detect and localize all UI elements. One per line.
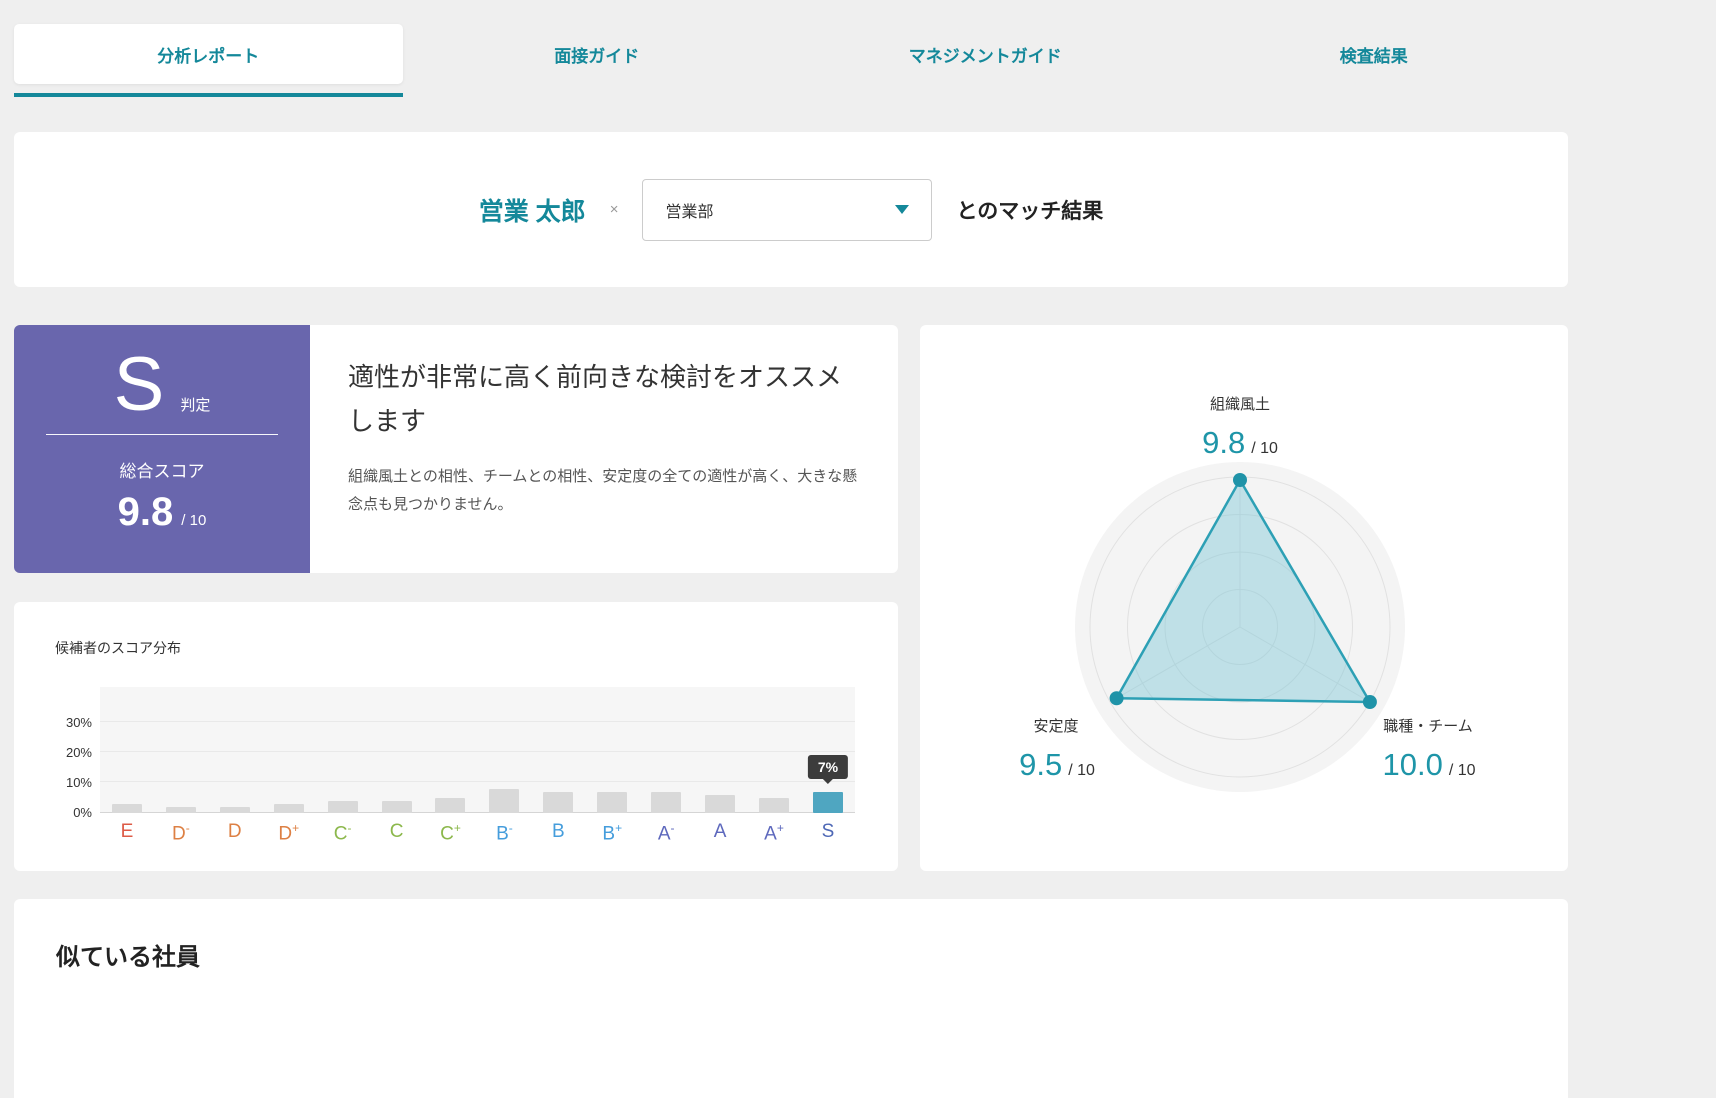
similar-employees-card: 似ている社員 — [14, 899, 1568, 1098]
bar-column-C-minus[interactable]: C- — [316, 687, 370, 813]
tab-label: マネジメントガイド — [909, 42, 1062, 67]
candidate-name: 営業 太郎 — [479, 192, 586, 228]
bar-column-S[interactable]: S7% — [801, 687, 855, 813]
radar-axis-label-team: 職種・チーム — [1383, 715, 1473, 736]
overall-score-label: 総合スコア — [120, 457, 205, 482]
times-symbol: × — [610, 201, 619, 218]
tab-label: 面接ガイド — [554, 42, 639, 67]
radar-axis-value-culture: 9.8 / 10 — [1202, 425, 1278, 461]
radar-axis-label-stability: 安定度 — [1033, 715, 1078, 736]
overall-score-denominator: / 10 — [181, 512, 206, 529]
radar-value-number: 10.0 — [1382, 747, 1442, 783]
bar-category-label: A — [714, 821, 727, 843]
tab-bar: 分析レポート 面接ガイド マネジメントガイド 検査結果 — [14, 24, 1568, 84]
match-header-card: 営業 太郎 × 営業部 とのマッチ結果 — [14, 132, 1568, 287]
bar-category-label: A- — [658, 821, 675, 845]
score-distribution-bars: ED-DD+C-CC+B-BB+A-AA+S7% — [100, 687, 855, 813]
y-axis-tick: 20% — [42, 745, 92, 760]
chevron-down-icon — [895, 205, 909, 214]
bar[interactable] — [166, 807, 196, 813]
bar[interactable] — [759, 798, 789, 813]
bar[interactable] — [382, 801, 412, 813]
radar-value-denominator: / 10 — [1251, 440, 1278, 458]
bar-column-D-plus[interactable]: D+ — [262, 687, 316, 813]
bar[interactable] — [274, 804, 304, 813]
overall-score-row: 9.8 / 10 — [118, 490, 207, 535]
divider — [46, 434, 278, 435]
tab-test-results[interactable]: 検査結果 — [1180, 24, 1569, 84]
bar-column-A-minus[interactable]: A- — [639, 687, 693, 813]
department-dropdown[interactable]: 営業部 — [642, 179, 932, 241]
tab-interview-guide[interactable]: 面接ガイド — [403, 24, 792, 84]
bar[interactable] — [328, 801, 358, 813]
y-axis-tick: 30% — [42, 715, 92, 730]
match-result-label: とのマッチ結果 — [956, 195, 1103, 225]
bar-category-label: D- — [172, 821, 190, 845]
recommendation-title: 適性が非常に高く前向きな検討をオススメします — [348, 355, 860, 443]
score-distribution-title: 候補者のスコア分布 — [55, 638, 181, 658]
bar-category-label: E — [121, 821, 134, 843]
bar-category-label: D — [228, 821, 242, 843]
tab-management-guide[interactable]: マネジメントガイド — [791, 24, 1180, 84]
bar-column-D-minus[interactable]: D- — [154, 687, 208, 813]
department-dropdown-value: 営業部 — [665, 198, 713, 222]
bar-column-B-minus[interactable]: B- — [477, 687, 531, 813]
bar[interactable] — [489, 789, 519, 813]
bar-tooltip: 7% — [808, 755, 848, 779]
bar-column-E[interactable]: E — [100, 687, 154, 813]
bar-category-label: C — [390, 821, 404, 843]
main-row: S 判定 総合スコア 9.8 / 10 適性が非常に高く前向きな検討をオススメし… — [14, 325, 1568, 871]
bar-column-C[interactable]: C — [370, 687, 424, 813]
active-tab-underline — [14, 93, 403, 97]
radar-axis-value-stability: 9.5 / 10 — [1019, 747, 1095, 783]
bar-column-D[interactable]: D — [208, 687, 262, 813]
match-radar-card: 組織風土 9.8 / 10 職種・チーム 10.0 / 10 安定度 9.5 /… — [920, 325, 1568, 871]
bar[interactable] — [435, 798, 465, 813]
recommendation-body: 組織風土との相性、チームとの相性、安定度の全ての適性が高く、大きな懸念点も見つか… — [348, 463, 860, 519]
radar-axis-value-team: 10.0 / 10 — [1382, 747, 1475, 783]
bar[interactable] — [597, 792, 627, 813]
radar-value-denominator: / 10 — [1068, 762, 1095, 780]
bar[interactable] — [112, 804, 142, 813]
content: 分析レポート 面接ガイド マネジメントガイド 検査結果 営業 太郎 × 営業部 … — [14, 0, 1568, 1098]
bar-category-label: D+ — [278, 821, 299, 845]
bar[interactable] — [813, 792, 843, 813]
bar-category-label: B — [552, 821, 565, 843]
page: 分析レポート 面接ガイド マネジメントガイド 検査結果 営業 太郎 × 営業部 … — [0, 0, 1716, 1098]
similar-employees-title: 似ている社員 — [56, 937, 1526, 972]
radar-value-denominator: / 10 — [1449, 762, 1476, 780]
bar-column-B[interactable]: B — [531, 687, 585, 813]
bar[interactable] — [651, 792, 681, 813]
bar-column-A-plus[interactable]: A+ — [747, 687, 801, 813]
bar-category-label: B+ — [602, 821, 622, 845]
radar-axis-label-culture: 組織風土 — [1210, 393, 1270, 414]
grade-value: S — [114, 341, 165, 428]
radar-value-number: 9.5 — [1019, 747, 1062, 783]
bar[interactable] — [220, 807, 250, 813]
tab-label: 分析レポート — [157, 42, 259, 67]
grade-row: S 判定 — [114, 341, 211, 428]
tab-analysis-report[interactable]: 分析レポート — [14, 24, 403, 84]
judgment-row: S 判定 総合スコア 9.8 / 10 適性が非常に高く前向きな検討をオススメし… — [14, 325, 898, 573]
bar[interactable] — [705, 795, 735, 813]
bar-category-label: B- — [496, 821, 513, 845]
bar-category-label: A+ — [764, 821, 784, 845]
recommendation-card: 適性が非常に高く前向きな検討をオススメします 組織風土との相性、チームとの相性、… — [310, 325, 898, 573]
score-distribution-card: 候補者のスコア分布 ED-DD+C-CC+B-BB+A-AA+S7% 0%10%… — [14, 602, 898, 871]
bar[interactable] — [543, 792, 573, 813]
tab-label: 検査結果 — [1340, 42, 1408, 67]
bar-category-label: C+ — [440, 821, 461, 845]
left-column: S 判定 総合スコア 9.8 / 10 適性が非常に高く前向きな検討をオススメし… — [14, 325, 898, 871]
grade-suffix: 判定 — [180, 394, 210, 415]
radar-value-number: 9.8 — [1202, 425, 1245, 461]
bar-category-label: S — [822, 821, 835, 843]
y-axis-tick: 0% — [42, 805, 92, 820]
bar-column-B-plus[interactable]: B+ — [585, 687, 639, 813]
y-axis-tick: 10% — [42, 775, 92, 790]
bar-column-C-plus[interactable]: C+ — [424, 687, 478, 813]
overall-judgment-card: S 判定 総合スコア 9.8 / 10 — [14, 325, 310, 573]
bar-column-A[interactable]: A — [693, 687, 747, 813]
bar-category-label: C- — [334, 821, 352, 845]
overall-score-value: 9.8 — [118, 490, 174, 535]
